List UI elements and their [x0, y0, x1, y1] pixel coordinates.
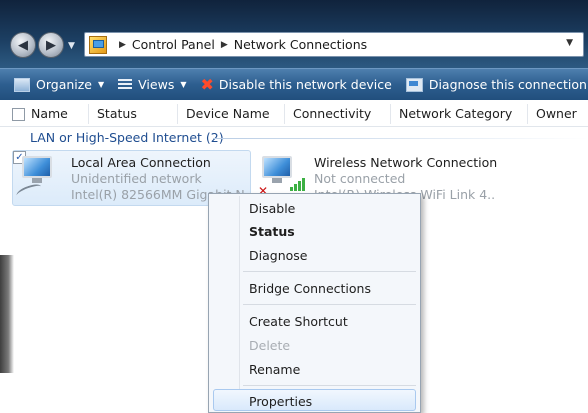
item-name: Local Area Connection	[71, 155, 211, 170]
column-divider[interactable]	[177, 104, 178, 124]
diagnose-connection-button[interactable]: Diagnose this connection	[405, 77, 587, 92]
group-divider	[213, 138, 588, 139]
breadcrumb-separator: ▶	[119, 39, 126, 50]
column-divider[interactable]	[527, 104, 528, 124]
column-network-category[interactable]: Network Category	[399, 106, 512, 121]
organize-icon	[14, 77, 30, 92]
menu-item-rename[interactable]: Rename	[249, 362, 300, 377]
wireless-adapter-icon[interactable]: ✕	[256, 156, 305, 198]
breadcrumb-network-connections[interactable]: Network Connections	[234, 37, 367, 52]
control-panel-icon	[89, 35, 107, 54]
column-divider[interactable]	[390, 104, 391, 124]
views-label: Views	[138, 77, 175, 92]
window-edge-shadow	[0, 255, 14, 373]
history-dropdown-icon[interactable]: ▼	[68, 41, 75, 58]
column-divider[interactable]	[88, 104, 89, 124]
item-status: Unidentified network	[71, 171, 202, 186]
menu-item-disable[interactable]: Disable	[249, 201, 295, 216]
organize-label: Organize	[36, 77, 92, 92]
red-x-icon: ✖	[200, 74, 214, 94]
breadcrumb-control-panel[interactable]: Control Panel	[132, 37, 215, 52]
menu-separator	[243, 304, 416, 305]
navigation-buttons: ◀ ▶ ▼	[10, 32, 75, 58]
forward-arrow-icon[interactable]: ▶	[38, 32, 64, 58]
column-status[interactable]: Status	[97, 106, 137, 121]
views-icon	[118, 78, 133, 91]
chevron-down-icon: ▼	[98, 80, 105, 89]
command-bar: Organize ▼ Views ▼ ✖ Disable this networ…	[0, 68, 588, 100]
diagnose-icon	[405, 77, 423, 92]
disable-device-label: Disable this network device	[218, 77, 392, 92]
column-connectivity[interactable]: Connectivity	[293, 106, 371, 121]
back-arrow-icon[interactable]: ◀	[10, 32, 36, 58]
item-name[interactable]: Wireless Network Connection	[314, 155, 497, 170]
menu-item-properties[interactable]: Properties	[249, 394, 312, 409]
menu-item-delete: Delete	[249, 338, 291, 353]
menu-item-status[interactable]: Status	[249, 224, 295, 239]
address-dropdown-icon[interactable]: ▼	[566, 38, 573, 48]
item-status: Not connected	[314, 171, 406, 186]
column-owner[interactable]: Owner	[536, 106, 577, 121]
column-header-row: Name Status Device Name Connectivity Net…	[0, 102, 588, 127]
views-button[interactable]: Views ▼	[118, 77, 187, 92]
menu-highlight	[213, 389, 416, 411]
menu-separator	[243, 271, 416, 272]
menu-item-diagnose[interactable]: Diagnose	[249, 248, 307, 263]
breadcrumb-separator: ▶	[220, 39, 228, 50]
column-divider[interactable]	[284, 104, 285, 124]
organize-button[interactable]: Organize ▼	[14, 77, 104, 92]
diagnose-connection-label: Diagnose this connection	[428, 77, 587, 92]
column-name[interactable]: Name	[31, 106, 68, 121]
address-field[interactable]: ▶ Control Panel ▶ Network Connections ▼	[84, 32, 584, 57]
column-device-name[interactable]: Device Name	[186, 106, 270, 121]
menu-item-bridge-connections[interactable]: Bridge Connections	[249, 281, 371, 296]
menu-separator	[243, 385, 416, 386]
group-header[interactable]: LAN or High-Speed Internet (2)	[30, 130, 224, 145]
disable-device-button[interactable]: ✖ Disable this network device	[200, 74, 392, 94]
network-adapter-icon	[15, 156, 60, 201]
chevron-down-icon: ▼	[180, 80, 187, 89]
menu-item-create-shortcut[interactable]: Create Shortcut	[249, 314, 348, 329]
context-menu: Disable Status Diagnose Bridge Connectio…	[208, 193, 421, 413]
select-all-checkbox[interactable]	[12, 108, 25, 121]
